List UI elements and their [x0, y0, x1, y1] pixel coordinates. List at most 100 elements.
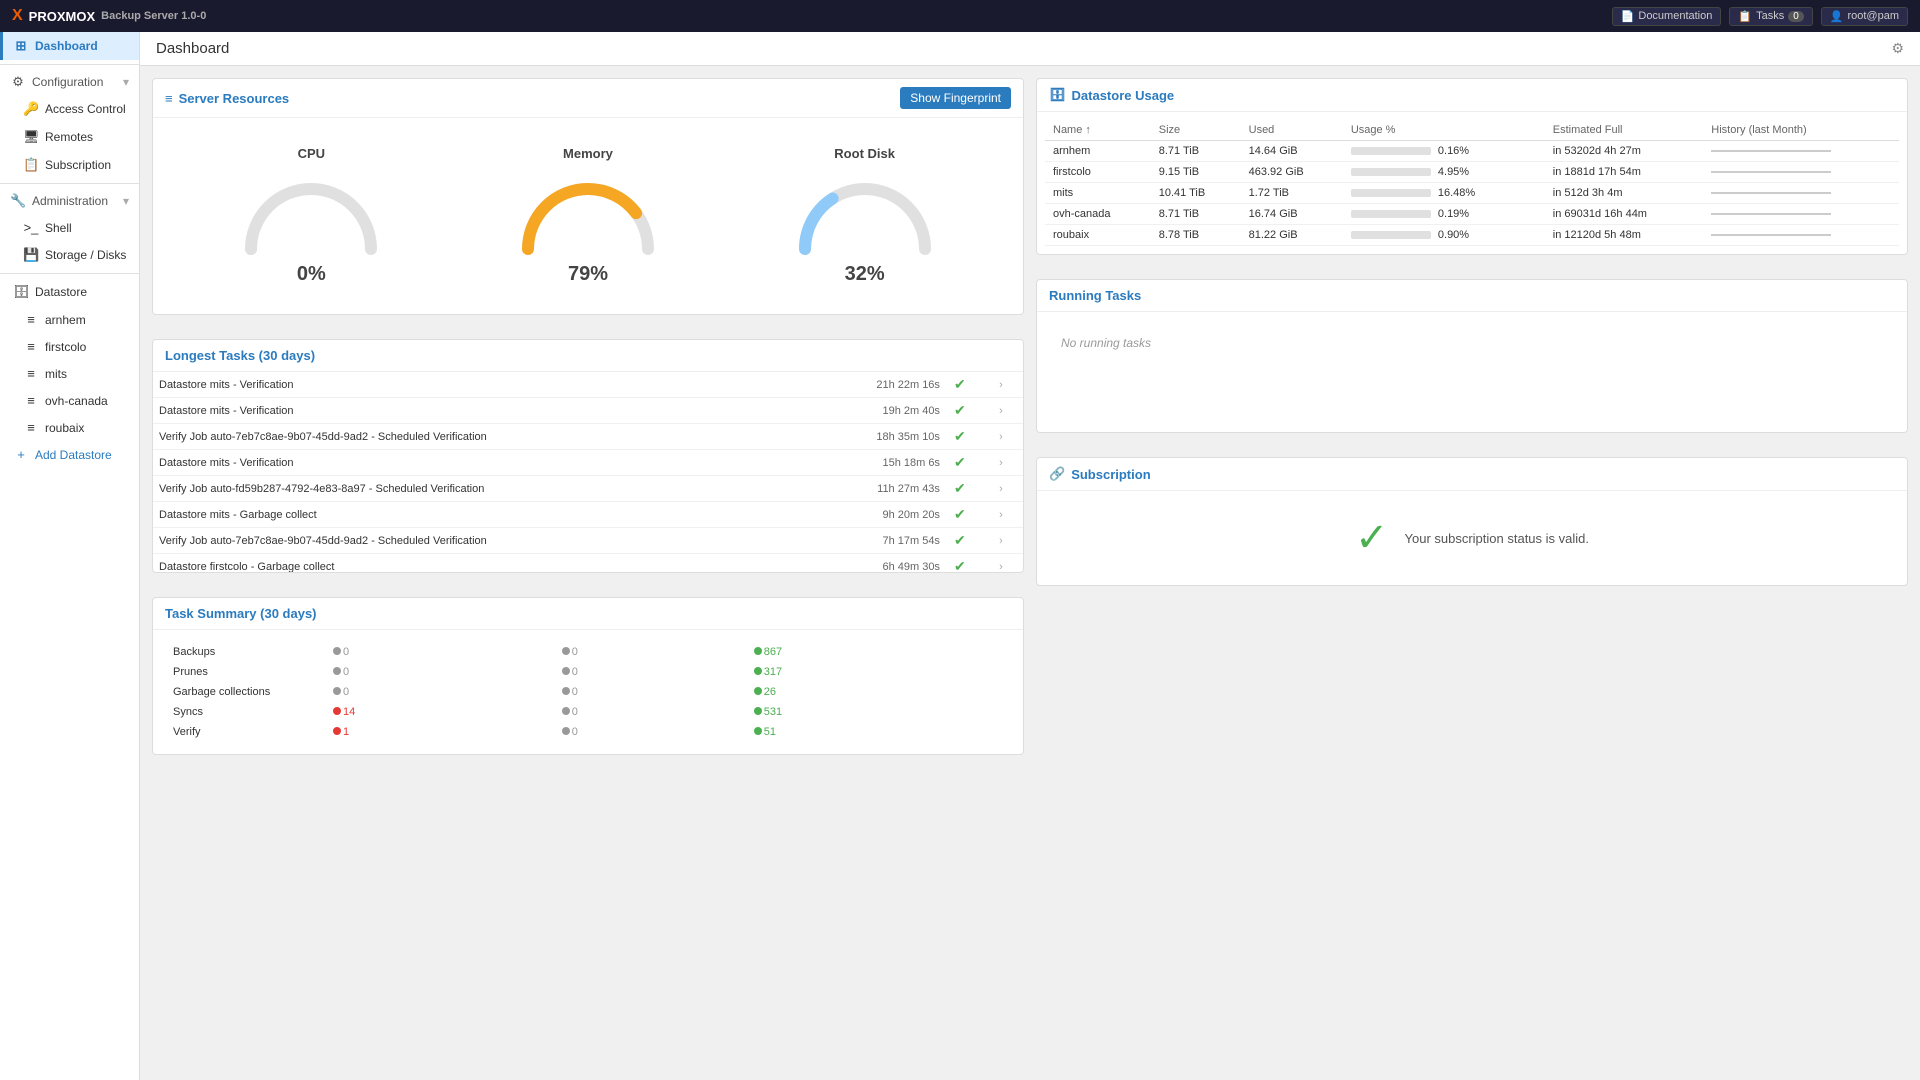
summary-row: Verify 1 0 51 [165, 722, 1011, 742]
task-row[interactable]: Verify Job auto-7eb7c8ae-9b07-45dd-9ad2 … [153, 424, 1023, 450]
summary-failed: 0 [325, 642, 554, 662]
sidebar-item-administration[interactable]: 🔧 Administration ▾ [0, 188, 139, 214]
task-status: ✔ [948, 372, 993, 398]
sidebar-item-ovh-canada[interactable]: ≡ ovh-canada [0, 387, 139, 414]
task-chevron[interactable]: › [993, 528, 1023, 554]
memory-label: Memory [563, 146, 613, 161]
subscription-panel: 🔗 Subscription ✓ Your subscription statu… [1036, 457, 1908, 586]
tasks-button[interactable]: 📋 Tasks 0 [1729, 7, 1812, 26]
cpu-label: CPU [298, 146, 325, 161]
sidebar-item-firstcolo[interactable]: ≡ firstcolo [0, 333, 139, 360]
longest-tasks-scroll[interactable]: Datastore mits - Verification 21h 22m 16… [153, 372, 1023, 572]
task-row[interactable]: Datastore mits - Verification 19h 2m 40s… [153, 398, 1023, 424]
sidebar-item-roubaix[interactable]: ≡ roubaix [0, 414, 139, 441]
sidebar-item-datastore[interactable]: 🗄 Datastore [0, 278, 139, 306]
task-row[interactable]: Datastore firstcolo - Garbage collect 6h… [153, 554, 1023, 573]
sidebar-item-dashboard[interactable]: ⊞ Dashboard [0, 32, 139, 60]
sidebar-firstcolo-label: firstcolo [45, 340, 86, 354]
content-area: Dashboard ⚙ ≡ Server Resources Show Fing [140, 32, 1920, 1080]
root-disk-value: 32% [845, 263, 885, 286]
storage-icon: 💾 [23, 247, 39, 263]
server-resources-header: ≡ Server Resources Show Fingerprint [153, 79, 1023, 118]
task-chevron[interactable]: › [993, 502, 1023, 528]
root-disk-gauge-svg [785, 169, 945, 259]
summary-ok: 531 [746, 702, 1011, 722]
task-desc: Datastore mits - Verification [153, 372, 800, 398]
task-duration: 15h 18m 6s [800, 450, 948, 476]
content-header: Dashboard ⚙ [140, 32, 1920, 66]
datastore-usage-header: 🗄 Datastore Usage [1037, 79, 1907, 112]
ds-col-header: Name ↑ [1045, 120, 1151, 141]
ds-used: 16.74 GiB [1241, 204, 1343, 225]
datastore-usage-panel: 🗄 Datastore Usage Name ↑SizeUsedUsage %E… [1036, 78, 1908, 255]
documentation-button[interactable]: 📄 Documentation [1612, 7, 1722, 26]
task-chevron[interactable]: › [993, 450, 1023, 476]
running-tasks-body: No running tasks [1037, 312, 1907, 432]
datastore-row[interactable]: ovh-canada 8.71 TiB 16.74 GiB 0.19% in 6… [1045, 204, 1899, 225]
task-status: ✔ [948, 528, 993, 554]
sidebar-item-add-datastore[interactable]: + Add Datastore [0, 441, 139, 468]
ds-name: firstcolo [1045, 162, 1151, 183]
sidebar-item-subscription[interactable]: 📋 Subscription [0, 151, 139, 179]
task-chevron[interactable]: › [993, 424, 1023, 450]
datastore-row[interactable]: firstcolo 9.15 TiB 463.92 GiB 4.95% in 1… [1045, 162, 1899, 183]
task-duration: 11h 27m 43s [800, 476, 948, 502]
task-duration: 18h 35m 10s [800, 424, 948, 450]
datastore-row[interactable]: arnhem 8.71 TiB 14.64 GiB 0.16% in 53202… [1045, 141, 1899, 162]
task-row[interactable]: Datastore mits - Garbage collect 9h 20m … [153, 502, 1023, 528]
user-button[interactable]: 👤 root@pam [1821, 7, 1908, 26]
subscription-body: ✓ Your subscription status is valid. [1037, 491, 1907, 585]
logo-proxmox-text: PROXMOX [29, 9, 95, 24]
sidebar-item-access-control[interactable]: 🔑 Access Control [0, 95, 139, 123]
task-chevron[interactable]: › [993, 398, 1023, 424]
summary-row: Prunes 0 0 317 [165, 662, 1011, 682]
sidebar-item-mits[interactable]: ≡ mits [0, 360, 139, 387]
sidebar-item-storage-disks[interactable]: 💾 Storage / Disks [0, 241, 139, 269]
task-summary-header: Task Summary (30 days) [153, 598, 1023, 630]
task-row[interactable]: Verify Job auto-fd59b287-4792-4e83-8a97 … [153, 476, 1023, 502]
summary-failed: 0 [325, 682, 554, 702]
sidebar-add-datastore-label: Add Datastore [35, 448, 112, 462]
sidebar-item-remotes[interactable]: 🖥 Remotes [0, 123, 139, 151]
settings-icon[interactable]: ⚙ [1891, 40, 1904, 57]
task-chevron[interactable]: › [993, 372, 1023, 398]
ds-col-header: Usage % [1343, 120, 1545, 141]
sidebar-item-arnhem[interactable]: ≡ arnhem [0, 306, 139, 333]
task-duration: 6h 49m 30s [800, 554, 948, 573]
memory-gauge: Memory 79% [498, 146, 678, 286]
subscription-check-icon: ✓ [1355, 515, 1389, 561]
ds-col-header: History (last Month) [1703, 120, 1899, 141]
summary-label: Garbage collections [165, 682, 325, 702]
task-status: ✔ [948, 502, 993, 528]
ds-used: 14.64 GiB [1241, 141, 1343, 162]
ds-history [1703, 141, 1899, 162]
show-fingerprint-button[interactable]: Show Fingerprint [900, 87, 1011, 109]
ds-estimated-full: in 1881d 17h 54m [1545, 162, 1704, 183]
main-layout: ⊞ Dashboard ⚙ Configuration ▾ 🔑 Access C… [0, 32, 1920, 1080]
task-status: ✔ [948, 424, 993, 450]
ds-size: 8.71 TiB [1151, 141, 1241, 162]
server-resources-title-text: Server Resources [179, 91, 290, 106]
datastore-usage-title: Datastore Usage [1072, 88, 1175, 103]
datastore-row[interactable]: roubaix 8.78 TiB 81.22 GiB 0.90% in 1212… [1045, 225, 1899, 246]
summary-label: Backups [165, 642, 325, 662]
task-chevron[interactable]: › [993, 476, 1023, 502]
task-desc: Verify Job auto-7eb7c8ae-9b07-45dd-9ad2 … [153, 424, 800, 450]
ds-size: 9.15 TiB [1151, 162, 1241, 183]
sidebar-item-configuration[interactable]: ⚙ Configuration ▾ [0, 69, 139, 95]
task-row[interactable]: Verify Job auto-7eb7c8ae-9b07-45dd-9ad2 … [153, 528, 1023, 554]
summary-warnings: 0 [554, 722, 746, 742]
task-row[interactable]: Datastore mits - Verification 15h 18m 6s… [153, 450, 1023, 476]
task-status: ✔ [948, 476, 993, 502]
task-row[interactable]: Datastore mits - Verification 21h 22m 16… [153, 372, 1023, 398]
sidebar-item-shell[interactable]: >_ Shell [0, 214, 139, 241]
sidebar-roubaix-label: roubaix [45, 421, 84, 435]
ds-history [1703, 162, 1899, 183]
cpu-value: 0% [297, 263, 326, 286]
cpu-gauge-svg [231, 169, 391, 259]
ds-name: ovh-canada [1045, 204, 1151, 225]
task-chevron[interactable]: › [993, 554, 1023, 573]
datastore-row[interactable]: mits 10.41 TiB 1.72 TiB 16.48% in 512d 3… [1045, 183, 1899, 204]
datastore-table: Name ↑SizeUsedUsage %Estimated FullHisto… [1045, 120, 1899, 246]
subscription-title: Subscription [1071, 467, 1150, 482]
